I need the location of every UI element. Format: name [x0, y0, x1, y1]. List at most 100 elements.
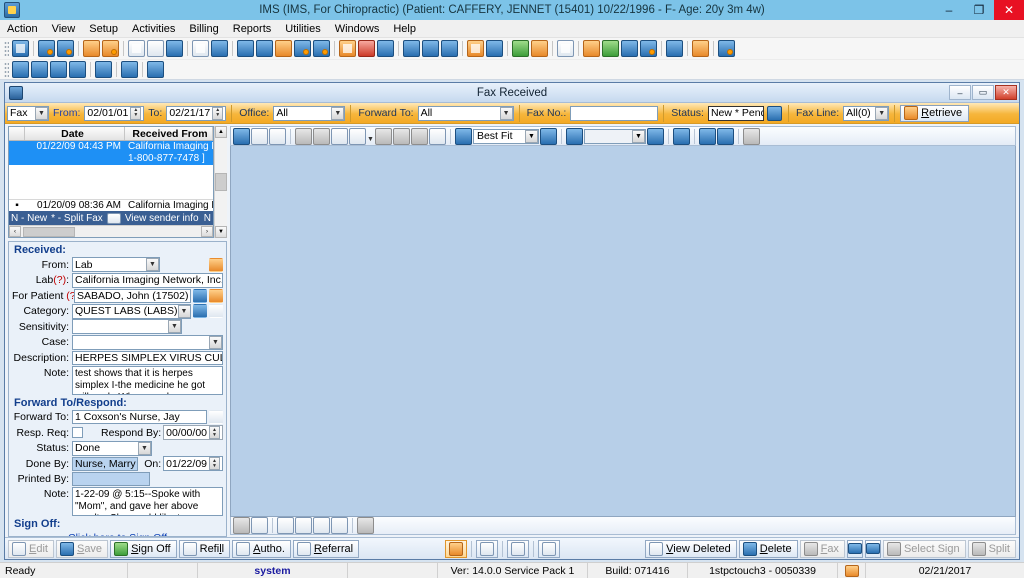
hscroll-thumb[interactable]: [23, 226, 75, 237]
back-arrow-icon[interactable]: [403, 40, 420, 57]
menu-item-reports[interactable]: Reports: [226, 21, 279, 37]
cancel-icon[interactable]: [147, 61, 164, 78]
description-input[interactable]: HERPES SIMPLEX VIRUS CULTURE & A: [72, 350, 223, 365]
table-row[interactable]: ▪ 01/20/09 08:36 AM California Imaging N…: [9, 199, 213, 211]
next-record-button[interactable]: [864, 539, 881, 558]
done-on-field[interactable]: 01/22/09 ▲ ▼: [163, 456, 223, 471]
billing-icon[interactable]: [294, 40, 311, 57]
forward-select-icon[interactable]: [209, 410, 223, 424]
stacked-view-toggle[interactable]: [506, 539, 529, 558]
scheduler-icon[interactable]: [358, 40, 375, 57]
previous-record-icon[interactable]: [31, 61, 48, 78]
connection-icon[interactable]: [838, 562, 866, 578]
document-info-icon[interactable]: [357, 517, 374, 534]
split-view-toggle[interactable]: [444, 539, 467, 558]
dropdown-caret-icon[interactable]: ▼: [367, 136, 374, 145]
document-icon[interactable]: [192, 40, 209, 57]
scroll-up-icon[interactable]: ▲: [215, 126, 227, 138]
vscroll-thumb[interactable]: [215, 173, 227, 191]
fax-list-hscrollbar[interactable]: ‹ ›: [9, 225, 213, 237]
dollar-icon[interactable]: [237, 40, 254, 57]
forward-note-textarea[interactable]: 1-22-09 @ 5:15--Spoke with "Mom", and ga…: [72, 487, 223, 516]
next-record-icon[interactable]: [50, 61, 67, 78]
chevron-down-icon[interactable]: ▼: [331, 106, 345, 120]
spinner-icon[interactable]: ▲ ▼: [209, 426, 220, 439]
next-page-icon[interactable]: [646, 127, 664, 145]
patient-icon[interactable]: [12, 40, 29, 57]
resp-req-checkbox[interactable]: [72, 427, 83, 438]
refill-button[interactable]: Refill: [178, 539, 231, 558]
split-button[interactable]: Split: [967, 539, 1016, 558]
folder-person-icon[interactable]: [531, 40, 548, 57]
lock-icon[interactable]: [692, 40, 709, 57]
office-combo[interactable]: All ▼: [273, 105, 346, 121]
fit-height-icon[interactable]: [313, 517, 330, 534]
respond-by-field[interactable]: 00/00/00 ▲ ▼: [163, 425, 223, 440]
print-fax-icon[interactable]: [672, 127, 690, 145]
copy-document-icon[interactable]: [211, 40, 228, 57]
exchange-icon[interactable]: [602, 40, 619, 57]
highlight-icon[interactable]: [349, 127, 366, 145]
first-record-icon[interactable]: [12, 61, 29, 78]
fax-list-vscrollbar[interactable]: ▲ ▼: [214, 126, 227, 238]
vscroll-track-top[interactable]: [215, 138, 227, 173]
fill-square-icon[interactable]: [410, 127, 428, 145]
column-header-flag[interactable]: [9, 127, 25, 140]
dollar-stack-icon[interactable]: [256, 40, 273, 57]
viewer-settings-icon[interactable]: [742, 127, 760, 145]
sign-off-button[interactable]: Sign Off: [110, 539, 177, 558]
billing-person-icon[interactable]: [313, 40, 330, 57]
spinner-icon[interactable]: ▲ ▼: [212, 106, 224, 120]
menu-item-action[interactable]: Action: [0, 21, 45, 37]
window-icon[interactable]: [467, 40, 484, 57]
from-date-field[interactable]: 02/01/01 ▲ ▼: [84, 105, 145, 121]
fit-width-icon[interactable]: [295, 517, 312, 534]
last-record-icon[interactable]: [69, 61, 86, 78]
patient-card-icon[interactable]: [209, 288, 223, 303]
scroll-right-icon[interactable]: ›: [201, 226, 213, 237]
view-deleted-button[interactable]: View Deleted: [645, 539, 737, 558]
legend-sender-info-label[interactable]: View sender info: [125, 213, 199, 224]
help-circle-icon[interactable]: [121, 61, 138, 78]
spinner-icon[interactable]: ▲ ▼: [130, 106, 142, 120]
prev-record-button[interactable]: [846, 539, 863, 558]
thumbtack-icon[interactable]: [392, 127, 410, 145]
payment-icon[interactable]: [275, 40, 292, 57]
toolbar-grip[interactable]: [4, 61, 9, 78]
zoom-out-icon[interactable]: [539, 127, 557, 145]
save-button[interactable]: Save: [55, 539, 109, 558]
patient-lookup-icon[interactable]: [193, 288, 207, 303]
case-combo[interactable]: ▼: [72, 334, 223, 350]
rx-icon[interactable]: [128, 40, 145, 57]
category-combo[interactable]: QUEST LABS (LABS) ▼: [72, 303, 191, 319]
type-combo[interactable]: Fax ▼: [7, 105, 49, 121]
menu-item-billing[interactable]: Billing: [182, 21, 225, 37]
edit-button[interactable]: Edit: [8, 539, 54, 558]
fax-line-combo[interactable]: All(0) ▼: [843, 105, 890, 121]
refresh-icon[interactable]: [95, 61, 112, 78]
fit-grid-icon[interactable]: [331, 517, 348, 534]
from-combo[interactable]: Lab ▼: [72, 257, 160, 272]
pan-hand-icon[interactable]: [251, 127, 268, 145]
fit-page-icon[interactable]: [277, 517, 294, 534]
globe-icon[interactable]: [422, 40, 439, 57]
menu-item-utilities[interactable]: Utilities: [278, 21, 327, 37]
zoom-in-icon[interactable]: [454, 127, 472, 145]
for-patient-input[interactable]: SABADO, John (17502): [74, 288, 191, 303]
sensitivity-combo[interactable]: ▼: [72, 319, 182, 334]
zoom-level-combo[interactable]: Best Fit ▼: [472, 128, 539, 144]
fax-document-canvas[interactable]: [230, 146, 1016, 517]
table-row-continuation[interactable]: 1-800-877-7478 ]: [9, 153, 213, 165]
page-view-icon[interactable]: [233, 517, 250, 534]
window-open-icon[interactable]: [486, 40, 503, 57]
chevron-down-icon[interactable]: ▼: [177, 304, 190, 318]
calendar-icon[interactable]: [339, 40, 356, 57]
stamp-note-icon[interactable]: [331, 127, 348, 145]
select-sign-button[interactable]: Select Sign: [882, 539, 966, 558]
status-picker-icon[interactable]: [766, 105, 782, 121]
referral-button[interactable]: Referral: [292, 539, 360, 558]
patient-check-icon[interactable]: [57, 40, 74, 57]
lab-combo[interactable]: California Imaging Network, Inc. ▼: [72, 272, 223, 288]
retrieve-button[interactable]: Retrieve: [900, 104, 970, 122]
fax-button[interactable]: Fax: [799, 539, 845, 558]
